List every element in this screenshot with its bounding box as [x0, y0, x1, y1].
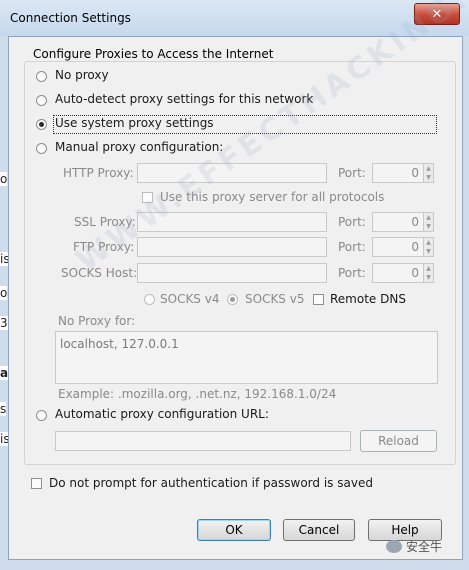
watermark-logo-text: 安全牛 — [406, 540, 443, 554]
watermark-logo: 安全牛 — [386, 538, 442, 555]
cancel-button[interactable]: Cancel — [283, 519, 355, 541]
remote-dns-checkbox[interactable] — [313, 294, 324, 305]
ssl-port-spinner[interactable]: ▲ ▼ — [424, 212, 434, 232]
system-proxy-label: Use system proxy settings — [55, 116, 214, 130]
auto-config-url-input[interactable] — [55, 431, 351, 451]
ftp-port-input[interactable]: 0 — [372, 237, 424, 257]
ftp-proxy-input[interactable] — [137, 237, 327, 257]
remote-dns-label: Remote DNS — [330, 292, 406, 306]
ftp-port-spinner[interactable]: ▲ ▼ — [424, 237, 434, 257]
no-proxy-example: Example: .mozilla.org, .net.nz, 192.168.… — [58, 387, 337, 401]
ftp-port-label: Port: — [338, 240, 366, 254]
reload-button[interactable]: Reload — [360, 430, 437, 452]
cancel-button-label: Cancel — [298, 523, 340, 537]
reload-button-label: Reload — [378, 434, 419, 448]
socks-v4-radio[interactable] — [144, 294, 155, 305]
socks-host-input[interactable] — [137, 263, 327, 283]
background-fragment: s — [0, 402, 7, 416]
socks-port-spinner[interactable]: ▲ ▼ — [424, 263, 434, 283]
manual-proxy-label: Manual proxy configuration: — [55, 140, 224, 154]
background-fragment: 3 — [0, 316, 8, 330]
socks-v5-radio[interactable] — [227, 294, 238, 305]
ssl-port-input[interactable]: 0 — [372, 212, 424, 232]
socks-port-label: Port: — [338, 266, 366, 280]
no-proxy-for-value: localhost, 127.0.0.1 — [60, 337, 179, 351]
http-port-label: Port: — [338, 166, 366, 180]
socks-port-value: 0 — [411, 266, 419, 280]
groupbox-legend: Configure Proxies to Access the Internet — [30, 47, 277, 61]
ok-button-label: OK — [225, 523, 243, 537]
no-proxy-radio[interactable] — [36, 71, 47, 82]
wechat-icon — [386, 540, 402, 553]
no-proxy-for-label: No Proxy for: — [58, 314, 136, 328]
ftp-port-value: 0 — [411, 240, 419, 254]
no-proxy-label: No proxy — [55, 68, 109, 82]
auto-config-radio[interactable] — [36, 410, 47, 421]
socks-port-input[interactable]: 0 — [372, 263, 424, 283]
ssl-port-value: 0 — [411, 215, 419, 229]
window-frame-left — [0, 36, 8, 570]
background-fragment: o — [0, 172, 8, 186]
socks-v4-label: SOCKS v4 — [160, 292, 220, 306]
http-proxy-label: HTTP Proxy: — [63, 166, 134, 180]
background-fragment: a — [0, 366, 9, 380]
http-port-spinner[interactable]: ▲ ▼ — [424, 163, 434, 183]
auto-detect-label: Auto-detect proxy settings for this netw… — [55, 92, 314, 106]
http-port-input[interactable]: 0 — [372, 163, 424, 183]
help-button-label: Help — [391, 523, 419, 537]
manual-proxy-radio[interactable] — [36, 143, 47, 154]
window-title: Connection Settings — [10, 11, 131, 25]
socks-v5-label: SOCKS v5 — [245, 292, 305, 306]
background-fragment: o — [0, 286, 8, 300]
system-proxy-radio[interactable] — [36, 119, 47, 130]
no-prompt-auth-checkbox[interactable] — [31, 478, 42, 489]
no-proxy-for-textarea[interactable]: localhost, 127.0.0.1 — [55, 331, 438, 384]
no-prompt-auth-label: Do not prompt for authentication if pass… — [49, 476, 373, 490]
ssl-port-label: Port: — [338, 215, 366, 229]
auto-detect-radio[interactable] — [36, 95, 47, 106]
auto-config-label: Automatic proxy configuration URL: — [55, 407, 269, 421]
http-port-value: 0 — [411, 166, 419, 180]
ok-button[interactable]: OK — [197, 519, 271, 541]
